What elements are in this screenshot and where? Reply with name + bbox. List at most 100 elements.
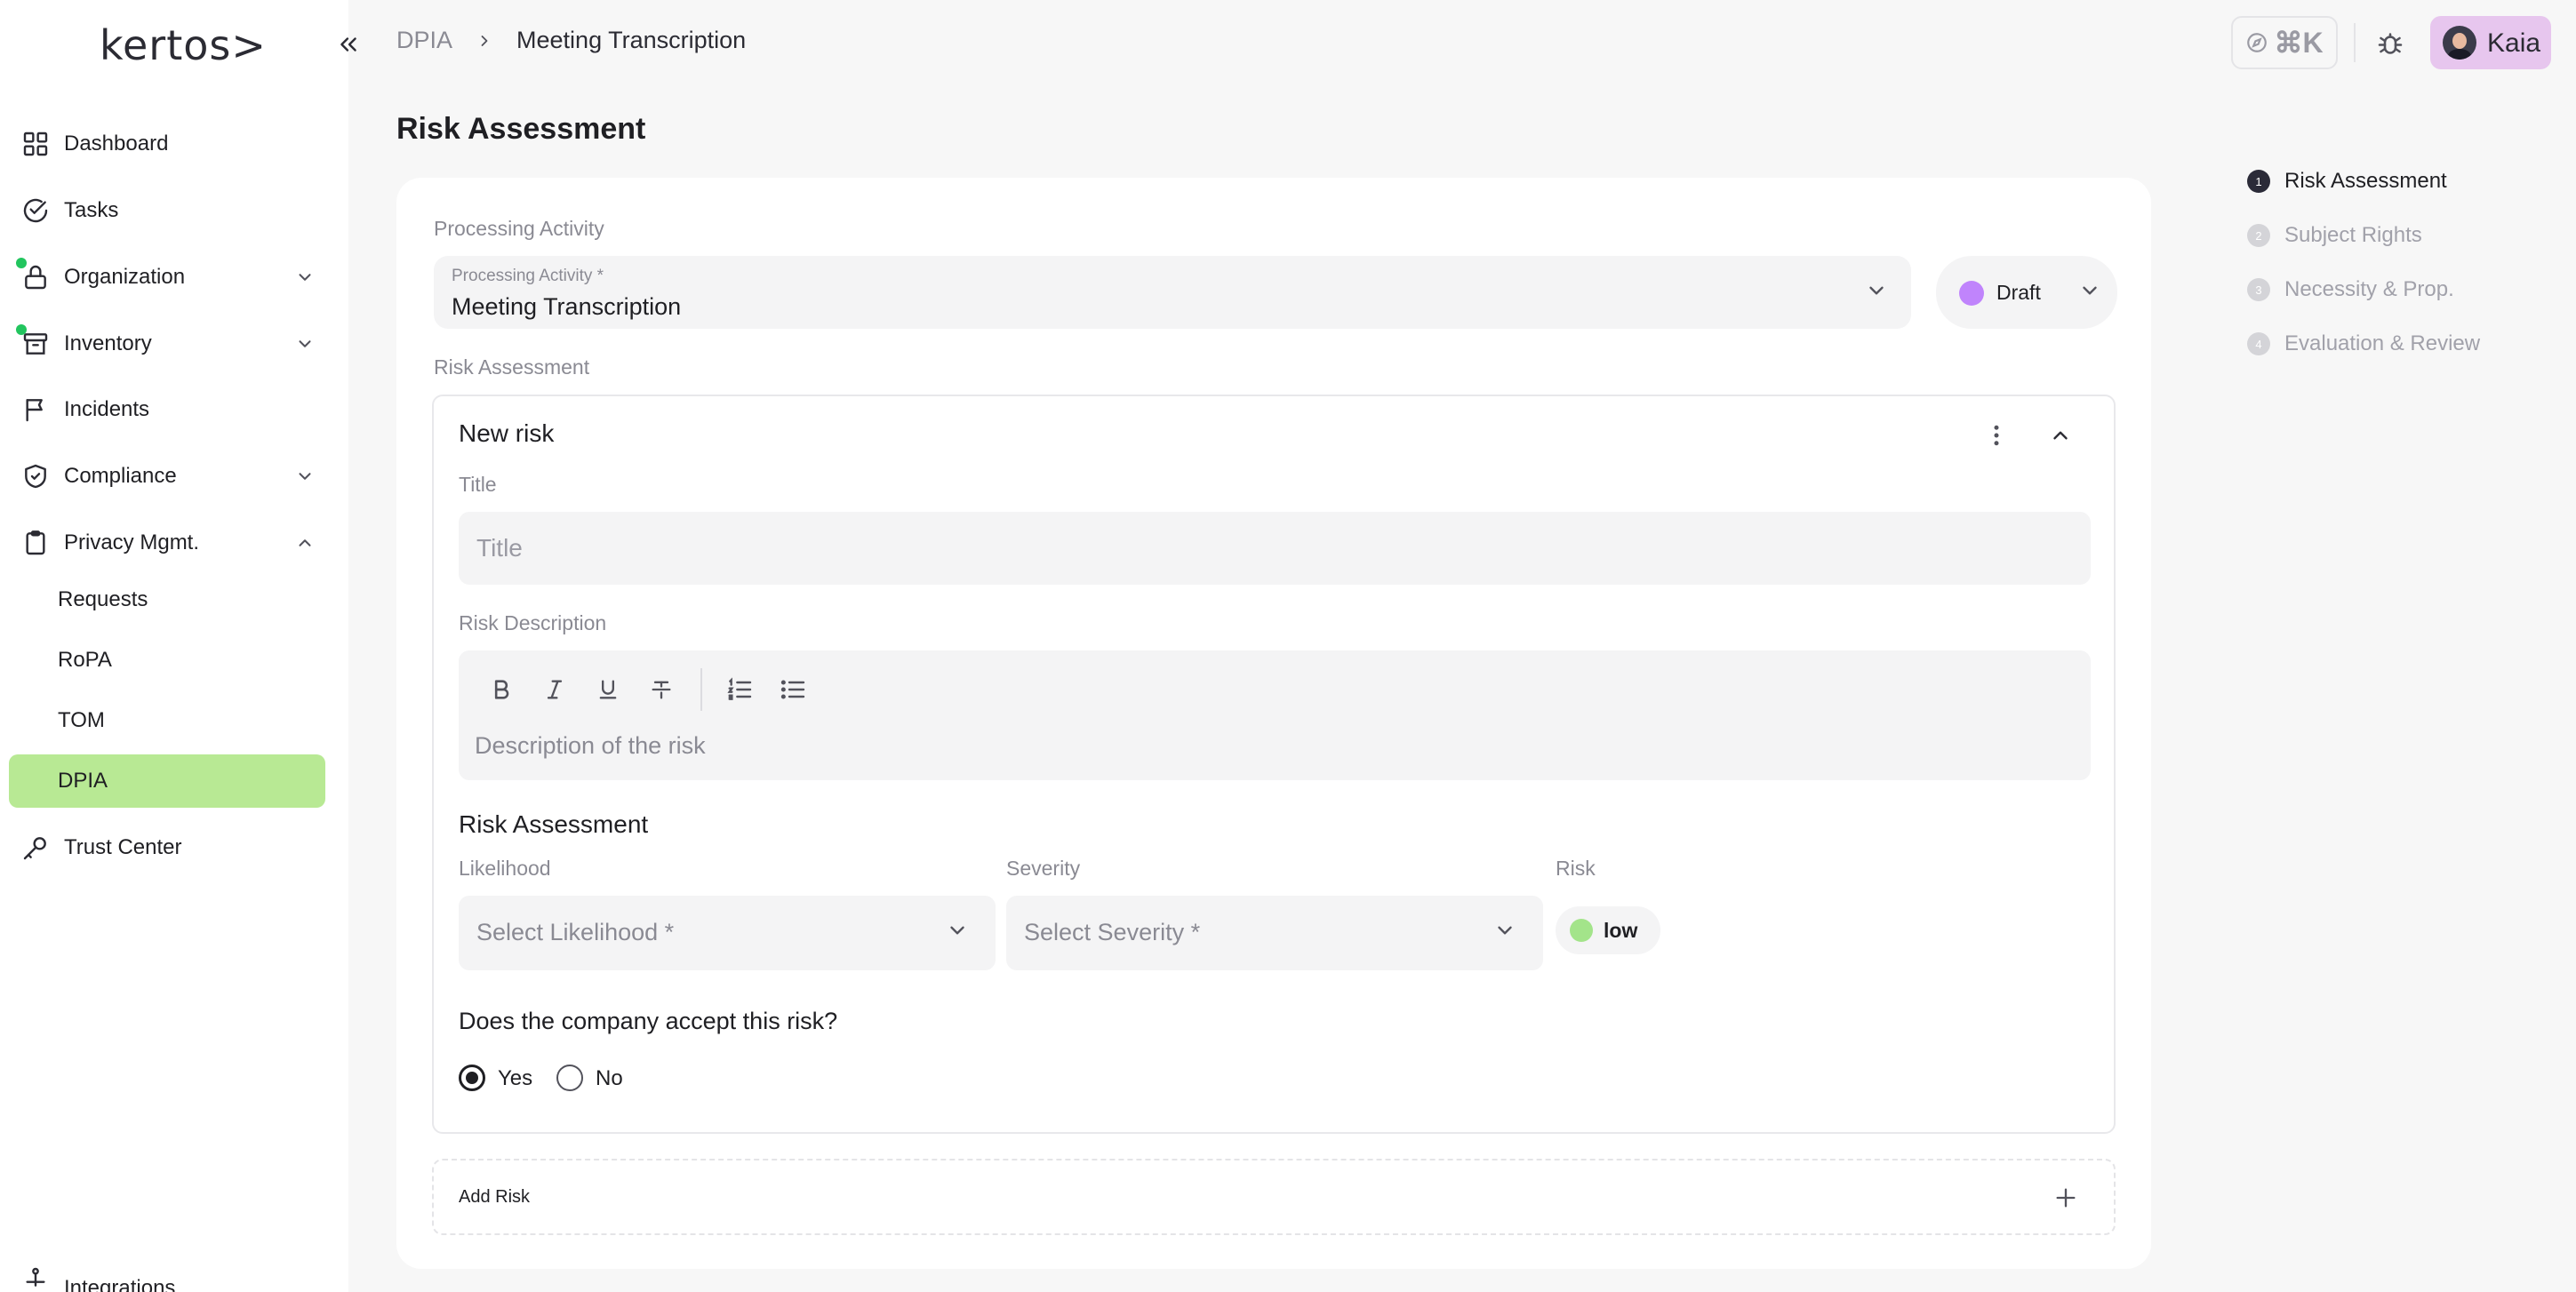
- step-necessity-prop[interactable]: 3 Necessity & Prop.: [2247, 272, 2454, 307]
- add-risk-label: Add Risk: [459, 1187, 531, 1207]
- step-number: 1: [2247, 170, 2270, 193]
- sidebar-item-label: Organization: [64, 265, 186, 289]
- risk-description-editor[interactable]: Description of the risk: [459, 650, 2091, 780]
- sidebar-item-label: Inventory: [64, 331, 152, 355]
- user-name: Kaia: [2487, 28, 2541, 58]
- step-number: 3: [2247, 278, 2270, 301]
- risk-level-label: low: [1604, 919, 1638, 942]
- risk-assessment-section-label: Risk Assessment: [434, 355, 590, 379]
- report-bug-button[interactable]: [2368, 21, 2412, 66]
- sidebar-item-label: Integrations: [64, 1276, 176, 1292]
- risk-item-title: New risk: [459, 419, 555, 447]
- page-title: Risk Assessment: [396, 112, 646, 146]
- shield-check-icon: [20, 460, 52, 492]
- sidebar-item-label: Compliance: [64, 464, 177, 488]
- step-subject-rights[interactable]: 2 Subject Rights: [2247, 218, 2422, 253]
- chevron-down-icon: [946, 919, 969, 946]
- sidebar-item-inventory[interactable]: Inventory: [0, 317, 348, 371]
- step-label: Subject Rights: [2284, 223, 2422, 247]
- likelihood-label: Likelihood: [459, 857, 551, 880]
- severity-label: Severity: [1006, 857, 1081, 880]
- chevron-down-icon: [1493, 919, 1516, 946]
- processing-activity-section-label: Processing Activity: [434, 217, 604, 240]
- sidebar-subitem-dpia[interactable]: DPIA: [9, 754, 325, 808]
- add-risk-button[interactable]: Add Risk: [432, 1159, 2116, 1235]
- kertos-logo[interactable]: kertos>: [100, 21, 267, 69]
- breadcrumb: DPIA Meeting Transcription: [396, 27, 746, 54]
- sidebar-item-compliance[interactable]: Compliance: [0, 450, 348, 503]
- step-label: Risk Assessment: [2284, 169, 2447, 193]
- bullet-list-button[interactable]: [773, 670, 812, 709]
- italic-icon: [547, 680, 563, 699]
- integrations-icon: [20, 1264, 52, 1292]
- chevron-down-icon: [292, 463, 318, 490]
- status-select[interactable]: Draft: [1936, 256, 2117, 329]
- risk-title-input[interactable]: [459, 512, 2091, 585]
- sidebar-item-label: Trust Center: [64, 835, 182, 859]
- risk-label: Risk: [1556, 857, 1596, 880]
- sidebar-subitem-tom[interactable]: TOM: [9, 694, 325, 747]
- likelihood-placeholder: Select Likelihood *: [476, 919, 675, 945]
- underline-button[interactable]: [588, 670, 628, 709]
- more-options-button[interactable]: [1979, 418, 2014, 453]
- strikethrough-icon: [652, 681, 671, 699]
- collapse-sidebar-button[interactable]: [329, 25, 368, 64]
- sidebar-item-tasks[interactable]: Tasks: [0, 184, 348, 237]
- toolbar-divider: [700, 668, 702, 711]
- step-risk-assessment[interactable]: 1 Risk Assessment: [2247, 163, 2447, 199]
- sidebar-item-organization[interactable]: Organization: [0, 251, 348, 304]
- collapse-risk-button[interactable]: [2043, 418, 2078, 453]
- notification-dot: [16, 324, 27, 335]
- italic-button[interactable]: [535, 670, 574, 709]
- description-placeholder: Description of the risk: [475, 732, 706, 759]
- sidebar-item-label: Incidents: [64, 397, 150, 421]
- bold-button[interactable]: [482, 670, 521, 709]
- processing-activity-value: Meeting Transcription: [452, 293, 682, 320]
- step-evaluation-review[interactable]: 4 Evaluation & Review: [2247, 326, 2480, 362]
- risk-level-dot: [1570, 919, 1593, 942]
- chevron-down-icon: [1865, 279, 1888, 307]
- double-chevron-left-icon: [340, 37, 356, 52]
- sidebar-item-privacy-mgmt[interactable]: Privacy Mgmt.: [0, 516, 348, 570]
- severity-placeholder: Select Severity *: [1024, 919, 1201, 945]
- step-label: Necessity & Prop.: [2284, 277, 2454, 301]
- sidebar-subitem-requests[interactable]: Requests: [9, 573, 325, 626]
- key-icon: [20, 832, 52, 864]
- user-menu-button[interactable]: Kaia: [2430, 16, 2551, 69]
- plus-icon: [2048, 1180, 2084, 1216]
- strikethrough-button[interactable]: [642, 670, 681, 709]
- accept-risk-question: Does the company accept this risk?: [459, 1008, 838, 1034]
- risk-description-label: Risk Description: [459, 611, 607, 634]
- sidebar-item-dashboard[interactable]: Dashboard: [0, 117, 348, 171]
- sidebar-item-label: Privacy Mgmt.: [64, 530, 200, 554]
- notification-dot: [16, 258, 27, 268]
- title-label: Title: [459, 473, 497, 496]
- step-number: 2: [2247, 224, 2270, 247]
- ordered-list-button[interactable]: [720, 670, 759, 709]
- accept-no-radio[interactable]: [556, 1065, 583, 1091]
- sidebar-subitem-label: RoPA: [58, 648, 112, 672]
- accept-yes-radio[interactable]: [459, 1065, 485, 1091]
- sidebar-item-trust-center[interactable]: Trust Center: [0, 821, 348, 874]
- chevron-right-icon: [476, 32, 493, 50]
- accept-yes-label[interactable]: Yes: [498, 1066, 532, 1091]
- chevron-down-icon: [292, 331, 318, 357]
- sidebar: kertos> Dashboard Tasks Organization Inv…: [0, 0, 356, 1292]
- processing-activity-select[interactable]: Processing Activity * Meeting Transcript…: [434, 256, 1911, 329]
- command-palette-button[interactable]: ⌘K: [2231, 16, 2338, 69]
- severity-select[interactable]: Select Severity *: [1006, 896, 1543, 970]
- sidebar-item-incidents[interactable]: Incidents: [0, 383, 348, 436]
- sidebar-item-integrations[interactable]: Integrations: [0, 1260, 348, 1292]
- sidebar-subitem-label: Requests: [58, 587, 148, 611]
- chevron-up-icon: [292, 530, 318, 556]
- breadcrumb-parent[interactable]: DPIA: [396, 27, 452, 54]
- compass-icon: [2247, 33, 2268, 52]
- avatar: [2443, 26, 2476, 60]
- kebab-menu-icon: [1994, 425, 1999, 446]
- sidebar-item-label: Tasks: [64, 198, 119, 222]
- accept-no-label[interactable]: No: [596, 1066, 623, 1091]
- status-label: Draft: [1996, 281, 2041, 304]
- flag-icon: [20, 394, 52, 426]
- likelihood-select[interactable]: Select Likelihood *: [459, 896, 996, 970]
- sidebar-subitem-ropa[interactable]: RoPA: [9, 634, 325, 687]
